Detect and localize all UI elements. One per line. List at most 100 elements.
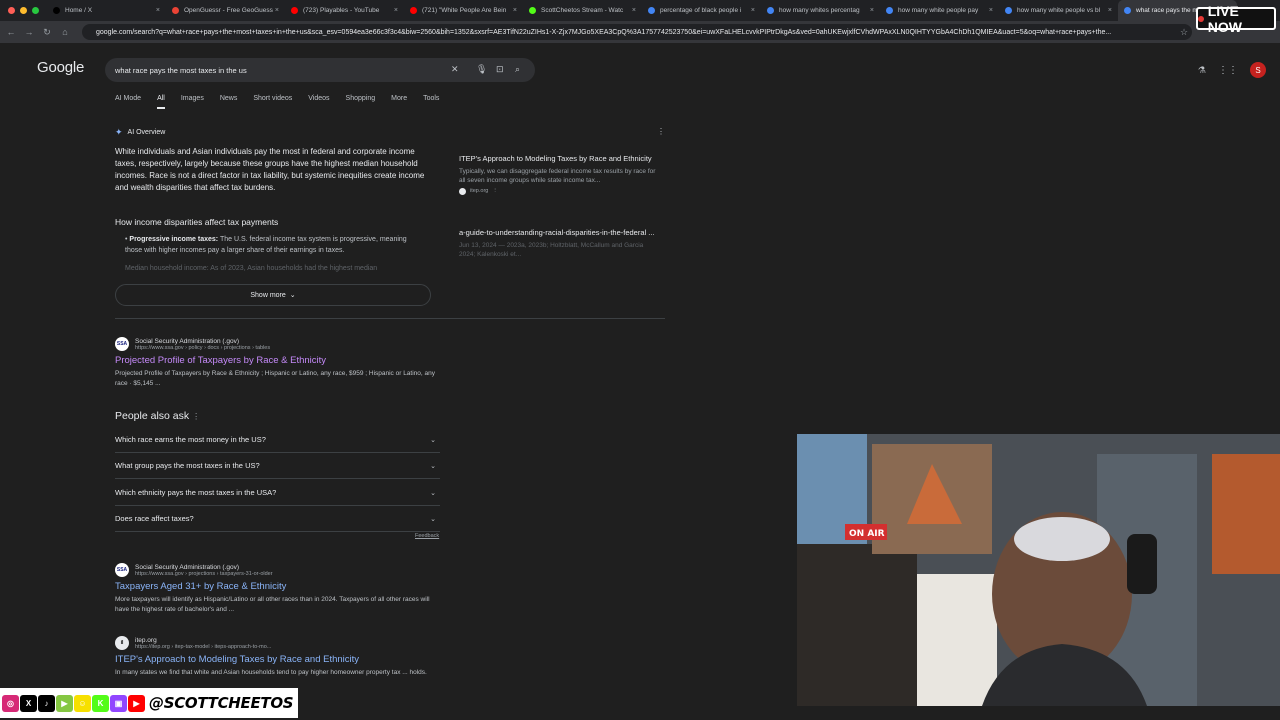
url-text: google.com/search?q=what+race+pays+the+m… [96, 28, 1112, 36]
browser-tab[interactable]: (721) "White People Are Bein × [404, 0, 523, 21]
chevron-down-icon: ⌄ [430, 515, 436, 523]
close-tab-icon[interactable]: × [989, 7, 993, 14]
search-result: SSA Social Security Administration (.gov… [115, 337, 445, 388]
tab-short-videos[interactable]: Short videos [253, 95, 292, 109]
source-desc: Typically, we can disaggregate federal i… [459, 167, 656, 184]
close-tab-icon[interactable]: × [394, 7, 398, 14]
ssa-favicon-icon: SSA [115, 563, 129, 577]
tab-tools[interactable]: Tools [423, 95, 439, 109]
home-icon[interactable]: ⌂ [56, 27, 74, 37]
twitch-icon: ▣ [110, 694, 127, 712]
browser-tab[interactable]: ScottCheetos Stream - Watc × [523, 0, 642, 21]
source-more-icon[interactable]: ⋮ [492, 188, 498, 194]
browser-tab[interactable]: how many white people vs bl × [999, 0, 1118, 21]
paa-question[interactable]: Which race earns the most money in the U… [115, 427, 440, 453]
close-tab-icon[interactable]: × [751, 7, 755, 14]
ssa-favicon-icon: SSA [115, 337, 129, 351]
close-tab-icon[interactable]: × [632, 7, 636, 14]
forward-icon[interactable]: → [20, 27, 38, 37]
clear-search-icon[interactable]: ✕ [451, 64, 459, 75]
tiktok-icon: ♪ [38, 694, 55, 712]
source-card[interactable]: ITEP's Approach to Modeling Taxes by Rac… [459, 154, 659, 195]
show-more-button[interactable]: Show more ⌄ [115, 284, 431, 306]
rumble-icon: ▶ [56, 694, 73, 712]
close-tab-icon[interactable]: × [1108, 7, 1112, 14]
source-card[interactable]: a-guide-to-understanding-racial-disparit… [459, 228, 659, 270]
paa-question[interactable]: Does race affect taxes? ⌄ [115, 506, 440, 532]
tab-ai-mode[interactable]: AI Mode [115, 95, 141, 109]
tab-label: how many whites percentag [779, 7, 860, 14]
source-site-name: itep.org [470, 188, 489, 194]
tab-label: Home / X [65, 7, 93, 14]
tab-more[interactable]: More [391, 95, 407, 109]
result-title-link[interactable]: Projected Profile of Taxpayers by Race &… [115, 355, 445, 366]
browser-toolbar: ← → ↻ ⌂ google.com/search?q=what+race+pa… [0, 21, 1280, 43]
reload-icon[interactable]: ↻ [38, 27, 56, 38]
labs-flask-icon[interactable]: ⚗ [1198, 65, 1206, 76]
social-handle: @SCOTTCHEETOS [149, 694, 294, 712]
apps-grid-icon[interactable]: ⋮⋮ [1218, 65, 1238, 76]
lens-search-icon[interactable]: ⊡ [496, 64, 504, 75]
address-bar[interactable]: google.com/search?q=what+race+pays+the+m… [82, 24, 1192, 40]
close-tab-icon[interactable]: × [513, 7, 517, 14]
search-result: SSA Social Security Administration (.gov… [115, 563, 445, 614]
tab-news[interactable]: News [220, 95, 238, 109]
tab-label: how many white people pay [898, 7, 979, 14]
more-options-icon[interactable]: ⋮ [657, 127, 665, 136]
result-site[interactable]: il itep.org https://itep.org › itep-tax-… [115, 636, 445, 650]
result-url: https://www.ssa.gov › policy › docs › pr… [135, 344, 271, 351]
tab-favicon-icon [648, 7, 655, 14]
search-box[interactable]: what race pays the most taxes in the us … [105, 58, 535, 82]
divider [115, 318, 665, 319]
minimize-window-button[interactable] [20, 7, 27, 14]
maximize-window-button[interactable] [32, 7, 39, 14]
tab-label: how many white people vs bl [1017, 7, 1101, 14]
paa-question[interactable]: Which ethnicity pays the most taxes in t… [115, 480, 440, 506]
browser-tab[interactable]: how many white people pay × [880, 0, 999, 21]
paa-question-text: Does race affect taxes? [115, 514, 194, 523]
close-tab-icon[interactable]: × [870, 7, 874, 14]
browser-tab[interactable]: (723) Playables - YouTube × [285, 0, 404, 21]
snapchat-icon: ☺ [74, 694, 91, 712]
close-tab-icon[interactable]: × [156, 7, 160, 14]
close-tab-icon[interactable]: × [275, 7, 279, 14]
chevron-down-icon: ⌄ [430, 489, 436, 497]
avatar[interactable]: S [1250, 62, 1266, 78]
back-icon[interactable]: ← [2, 27, 20, 37]
tab-videos[interactable]: Videos [308, 95, 329, 109]
tab-images[interactable]: Images [181, 95, 204, 109]
voice-search-icon[interactable]: 🎙 [476, 64, 487, 75]
ai-overview-bullet: • Progressive income taxes: The U.S. fed… [125, 236, 407, 254]
result-title-link[interactable]: Taxpayers Aged 31+ by Race & Ethnicity [115, 581, 445, 592]
ai-overview-label: AI Overview [127, 129, 166, 136]
instagram-icon: ◎ [2, 694, 19, 712]
tab-favicon-icon [529, 7, 536, 14]
tab-favicon-icon [172, 7, 179, 14]
more-options-icon[interactable]: ⋮ [192, 412, 200, 421]
paa-question[interactable]: What group pays the most taxes in the US… [115, 453, 440, 479]
result-title-link[interactable]: ITEP's Approach to Modeling Taxes by Rac… [115, 654, 445, 665]
live-label: LIVE NOW [1207, 2, 1242, 35]
tab-shopping[interactable]: Shopping [346, 95, 376, 109]
tab-label: (721) "White People Are Bein [422, 7, 507, 14]
paa-question-text: Which race earns the most money in the U… [115, 435, 266, 444]
google-logo[interactable]: Google [37, 59, 84, 76]
live-now-badge: LIVE NOW [1196, 3, 1276, 35]
search-icon[interactable]: ⌕ [515, 64, 520, 75]
bookmark-star-icon[interactable]: ☆ [1175, 27, 1193, 38]
tab-all[interactable]: All [157, 95, 165, 109]
browser-tab[interactable]: Home / X × [47, 0, 166, 21]
browser-tab[interactable]: percentage of black people i × [642, 0, 761, 21]
result-site[interactable]: SSA Social Security Administration (.gov… [115, 337, 445, 351]
source-desc: Jun 13, 2024 — 2023a, 2023b; Holtzblatt,… [459, 241, 644, 258]
browser-tab[interactable]: OpenGuessr - Free GeoGuess × [166, 0, 285, 21]
browser-tab[interactable]: how many whites percentag × [761, 0, 880, 21]
feedback-link[interactable]: Feedback [415, 533, 439, 539]
chevron-down-icon: ⌄ [289, 292, 296, 299]
tab-label: ScottCheetos Stream - Watc [541, 7, 624, 14]
close-window-button[interactable] [8, 7, 15, 14]
result-site[interactable]: SSA Social Security Administration (.gov… [115, 563, 445, 577]
ai-overview-faded-text: Median household income: As of 2023, Asi… [125, 265, 378, 272]
result-site-name: itep.org [135, 636, 157, 644]
kick-icon: K [92, 694, 109, 712]
